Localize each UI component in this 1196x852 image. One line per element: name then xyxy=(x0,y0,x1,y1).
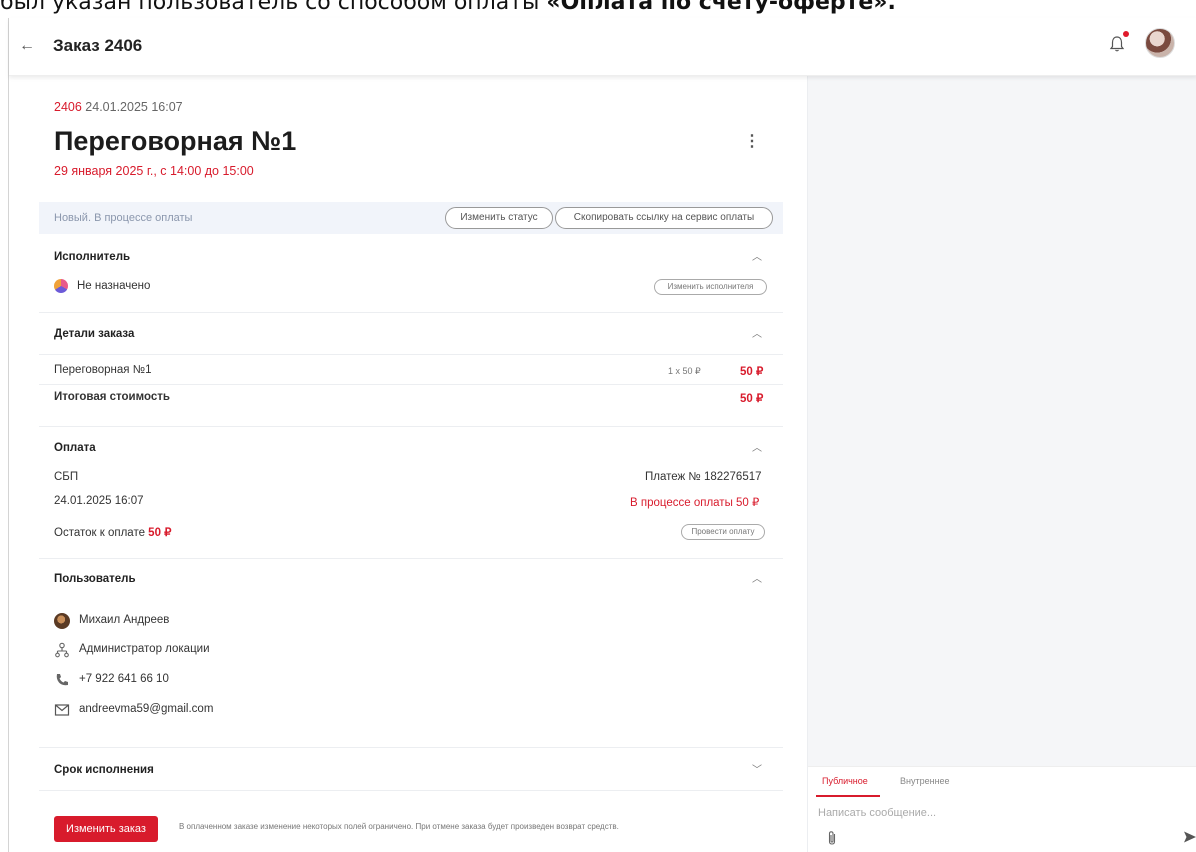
user-email[interactable]: andreevma59@gmail.com xyxy=(79,703,213,715)
copy-payment-link-button[interactable]: Скопировать ссылку на сервис оплаты xyxy=(555,207,773,229)
page-title: Заказ 2406 xyxy=(53,36,143,55)
change-status-button[interactable]: Изменить статус xyxy=(445,207,553,229)
top-text-normal: был указан пользователь со способом опла… xyxy=(0,0,547,15)
paperclip-icon[interactable] xyxy=(826,830,838,846)
divider xyxy=(39,747,783,748)
tab-internal[interactable]: Внутреннее xyxy=(900,776,950,786)
executor-icon xyxy=(54,279,68,293)
remaining-value: 50 ₽ xyxy=(148,527,172,539)
order-created: 24.01.2025 16:07 xyxy=(81,100,183,114)
chevron-up-icon[interactable]: ︿ xyxy=(751,329,763,341)
item-name: Переговорная №1 xyxy=(54,364,152,376)
total-label: Итоговая стоимость xyxy=(54,391,170,403)
page-header: ← Заказ 2406 xyxy=(9,18,1196,76)
message-input[interactable] xyxy=(818,804,1178,822)
bell-icon[interactable] xyxy=(1109,35,1125,53)
payment-number: Платеж № 182276517 xyxy=(645,471,762,483)
chat-panel: Публичное Внутреннее xyxy=(807,76,1196,852)
more-options-icon[interactable]: ⋮ xyxy=(744,132,760,152)
chevron-up-icon[interactable]: ︿ xyxy=(751,252,763,264)
user-avatar-small xyxy=(54,613,70,629)
total-value: 50 ₽ xyxy=(740,393,764,405)
back-arrow-icon[interactable]: ← xyxy=(17,36,37,56)
payment-date: 24.01.2025 16:07 xyxy=(54,495,144,507)
item-price: 50 ₽ xyxy=(740,366,764,378)
order-panel: 2406 24.01.2025 16:07 Переговорная №1 29… xyxy=(9,76,807,852)
chevron-down-icon[interactable]: ﹀ xyxy=(751,765,763,777)
tab-public[interactable]: Публичное xyxy=(822,776,868,786)
mail-icon xyxy=(54,704,70,716)
divider xyxy=(39,384,783,385)
executor-section-title: Исполнитель xyxy=(54,251,131,263)
user-section-title: Пользователь xyxy=(54,573,136,585)
order-title: Переговорная №1 xyxy=(54,126,297,156)
payment-method: СБП xyxy=(54,471,79,483)
executor-value: Не назначено xyxy=(77,280,151,292)
details-section-title: Детали заказа xyxy=(54,328,135,340)
user-phone: +7 922 641 66 10 xyxy=(79,673,169,685)
footer-note: В оплаченном заказе изменение некоторых … xyxy=(179,822,619,831)
order-number: 2406 xyxy=(54,100,82,114)
phone-icon xyxy=(56,674,68,686)
status-bar: Новый. В процессе оплаты Изменить статус… xyxy=(39,202,783,234)
payment-section-title: Оплата xyxy=(54,442,96,454)
remaining-label: Остаток к оплате xyxy=(54,527,149,539)
edit-order-button[interactable]: Изменить заказ xyxy=(54,816,158,842)
divider xyxy=(39,426,783,427)
payment-state: В процессе оплаты 50 ₽ xyxy=(630,497,760,509)
item-quantity: 1 x 50 ₽ xyxy=(668,366,701,376)
status-text: Новый. В процессе оплаты xyxy=(54,212,193,224)
divider xyxy=(39,354,783,355)
order-meta: 2406 24.01.2025 16:07 xyxy=(54,100,183,114)
send-icon[interactable] xyxy=(1183,830,1196,844)
user-name: Михаил Андреев xyxy=(79,614,170,626)
top-cropped-text: был указан пользователь со способом опла… xyxy=(0,0,1196,18)
divider xyxy=(39,790,783,791)
divider xyxy=(39,558,783,559)
chevron-up-icon[interactable]: ︿ xyxy=(751,574,763,586)
message-composer xyxy=(808,800,1196,852)
chat-tabs: Публичное Внутреннее xyxy=(808,766,1196,800)
org-structure-icon xyxy=(55,642,69,658)
app-frame: ← Заказ 2406 2406 24.01.2025 16:07 Перег… xyxy=(8,18,1196,852)
top-text-bold: «Оплата по счету-оферте». xyxy=(546,0,896,15)
notification-dot xyxy=(1123,31,1129,37)
user-avatar[interactable] xyxy=(1145,28,1175,58)
active-tab-indicator xyxy=(816,795,880,797)
process-payment-button[interactable]: Провести оплату xyxy=(681,524,765,540)
user-role: Администратор локации xyxy=(79,643,210,655)
remaining-to-pay: Остаток к оплате 50 ₽ xyxy=(54,525,171,539)
change-executor-button[interactable]: Изменить исполнителя xyxy=(654,279,767,295)
chevron-up-icon[interactable]: ︿ xyxy=(751,443,763,455)
order-time-range: 29 января 2025 г., с 14:00 до 15:00 xyxy=(54,164,254,178)
divider xyxy=(39,312,783,313)
deadline-section-title: Срок исполнения xyxy=(54,764,154,776)
